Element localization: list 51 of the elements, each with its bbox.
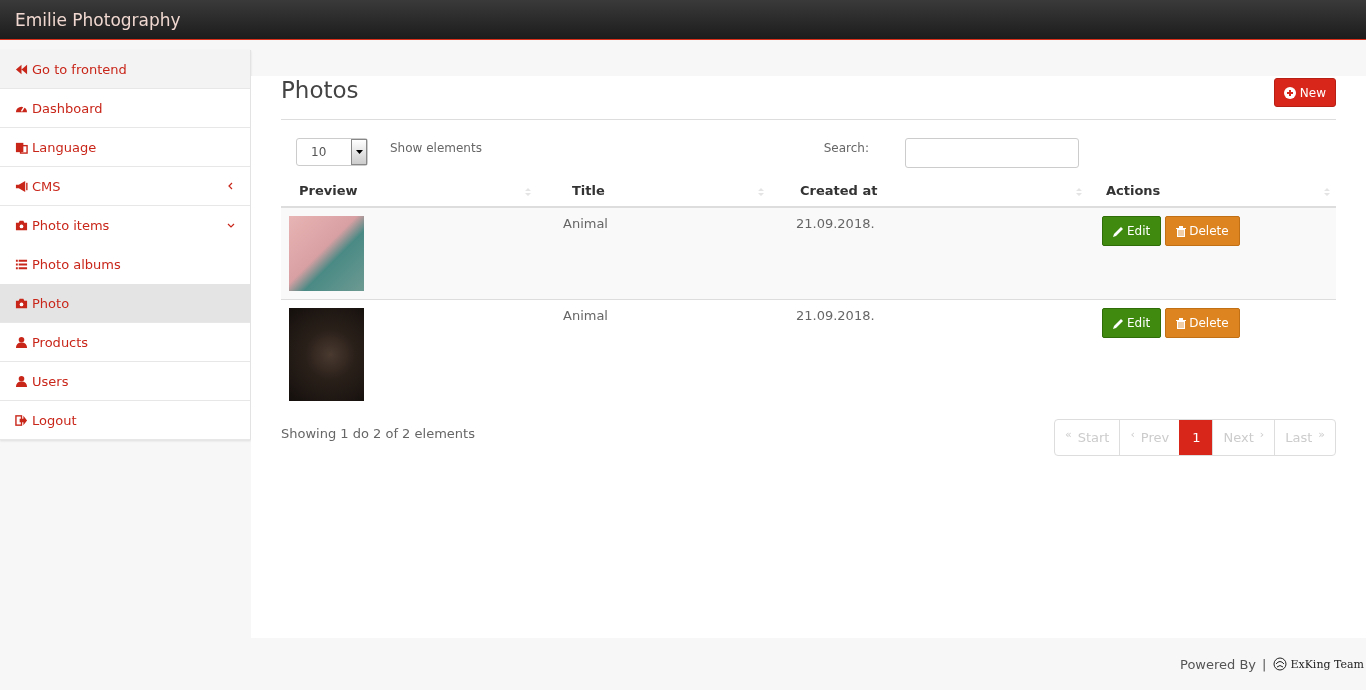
pencil-icon (1113, 317, 1124, 329)
edit-button[interactable]: Edit (1102, 308, 1162, 338)
user-icon (15, 335, 28, 349)
plus-circle-icon (1283, 86, 1296, 99)
sidebar-item[interactable]: CMS (0, 167, 250, 206)
sidebar-item[interactable]: Photo albums (0, 245, 250, 284)
backward-icon (15, 62, 28, 76)
sidebar-item[interactable]: Language (0, 128, 250, 167)
table-cell: 21.09.2018. (770, 299, 1088, 401)
page-size-label: Show elements (390, 141, 482, 155)
arrow-icon: › (1259, 428, 1265, 441)
trash-icon (1176, 317, 1187, 329)
table-summary: Showing 1 do 2 of 2 elements (281, 426, 475, 441)
table-cell: Animal (537, 299, 770, 401)
pagination-link[interactable]: 1 (1179, 420, 1213, 455)
arrow-icon: ‹ (1130, 428, 1135, 441)
caret-icon (355, 150, 363, 154)
sidebar-item[interactable]: Photo (0, 284, 250, 323)
sort-icon (758, 188, 764, 196)
sort-icon (525, 188, 531, 196)
brand-logo[interactable]: ExKing Team (1272, 656, 1364, 672)
search-field[interactable] (905, 138, 1079, 168)
sort-icon (1076, 188, 1082, 196)
separator: | (1262, 656, 1267, 672)
new-button[interactable]: New (1273, 78, 1336, 107)
sidebar-item[interactable]: Dashboard (0, 89, 250, 128)
arrow-icon: » (1318, 428, 1325, 441)
sidebar-item[interactable]: Photo items (0, 206, 250, 245)
bullhorn-icon (15, 179, 28, 193)
camera-icon (15, 296, 28, 310)
sidebar-item[interactable]: Go to frontend (0, 50, 250, 89)
sidebar-item[interactable]: Users (0, 362, 250, 401)
edit-button[interactable]: Edit (1102, 216, 1162, 246)
table-cell: Animal (537, 207, 770, 300)
app-title[interactable]: Emilie Photography (0, 0, 1366, 40)
search-label: Search: (823, 141, 869, 155)
logout-icon (15, 413, 28, 427)
table-cell: 21.09.2018. (770, 207, 1088, 300)
powered-by-text: Powered By (1180, 656, 1257, 672)
language-icon (15, 140, 28, 154)
camera-icon (15, 219, 28, 232)
sort-icon (1324, 188, 1330, 196)
arrow-icon: « (1064, 428, 1072, 441)
user-icon (15, 374, 28, 388)
sidebar-item[interactable]: Products (0, 323, 250, 362)
page-title: Photos (281, 76, 359, 103)
list-icon (15, 258, 28, 271)
page-size-select[interactable]: 10 (296, 138, 368, 166)
pencil-icon (1113, 225, 1124, 237)
trash-icon (1176, 225, 1187, 237)
sidebar-item[interactable]: Logout (0, 401, 250, 440)
